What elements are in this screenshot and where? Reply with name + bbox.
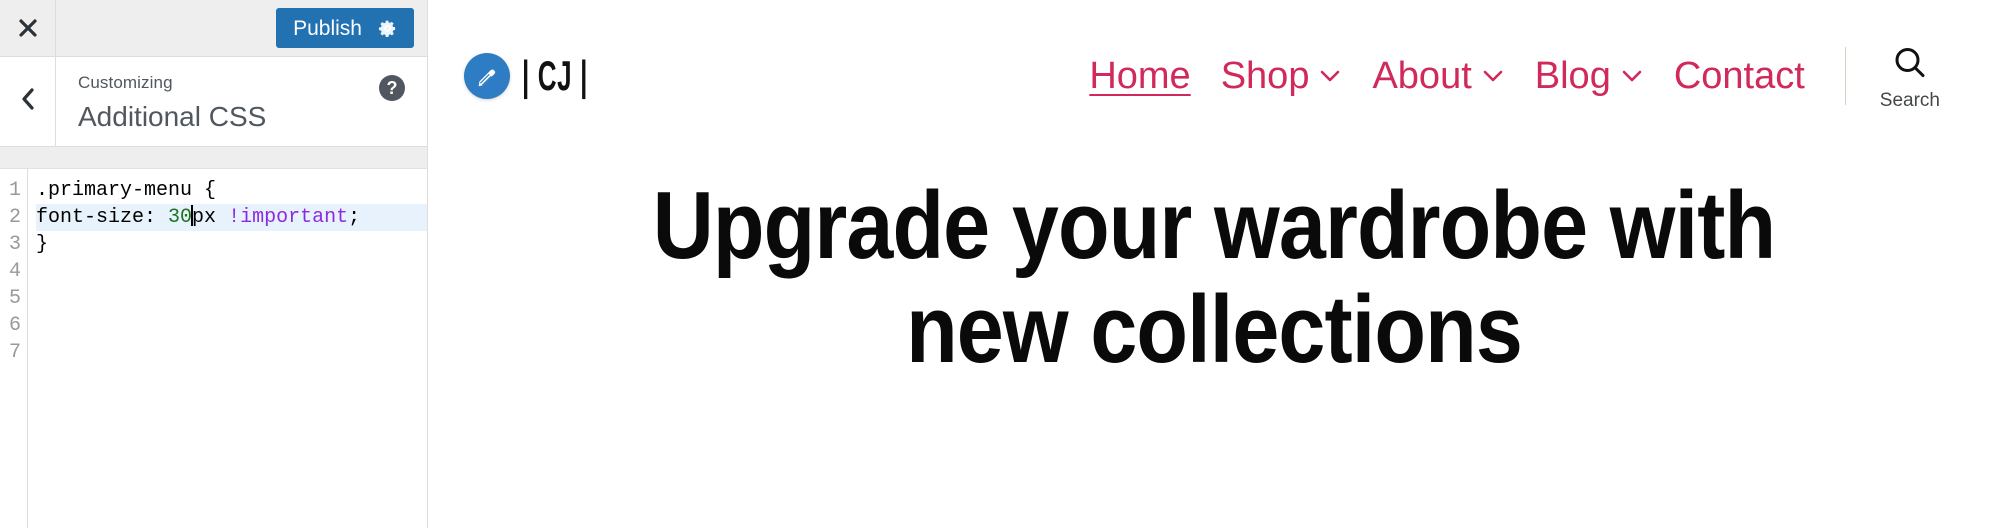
nav-link-blog[interactable]: Blog	[1535, 57, 1611, 95]
page-title: Additional CSS	[78, 100, 267, 132]
chevron-down-icon[interactable]	[1620, 68, 1644, 84]
nav-link-about[interactable]: About	[1372, 57, 1471, 95]
gear-icon[interactable]	[378, 19, 397, 38]
editor-separator-strip	[0, 147, 427, 169]
search-label: Search	[1879, 89, 1940, 111]
primary-navigation: Home Shop About Blog Contact Search	[1089, 43, 1940, 110]
pencil-edit-icon	[464, 53, 510, 99]
hero-section: Upgrade your wardrobe with new collectio…	[428, 172, 2000, 383]
css-property: font-size:	[36, 206, 169, 229]
publish-area: Publish	[276, 0, 427, 56]
primary-menu: Home Shop About Blog Contact	[1089, 57, 1804, 95]
line-number: 2	[8, 206, 21, 229]
customizing-eyebrow: Customizing	[78, 73, 173, 92]
back-button[interactable]	[0, 57, 56, 146]
chevron-left-icon	[17, 86, 39, 117]
line-number: 5	[8, 287, 21, 310]
nav-item-contact[interactable]: Contact	[1674, 57, 1805, 95]
code-line-1[interactable]: .primary-menu {	[36, 177, 427, 204]
publish-label: Publish	[293, 16, 362, 40]
code-line-5[interactable]	[36, 285, 427, 312]
line-number: 4	[8, 260, 21, 283]
customizer-screen: Publish Customizing Additional CSS ? 1 2…	[0, 0, 2000, 528]
customizer-sidebar: Publish Customizing Additional CSS ? 1 2…	[0, 0, 428, 528]
line-number: 1	[8, 179, 21, 202]
publish-button[interactable]: Publish	[276, 8, 414, 48]
line-number: 7	[8, 341, 21, 364]
nav-item-home[interactable]: Home	[1089, 57, 1190, 95]
site-preview: | CJ | Home Shop About Blog Contact Sear…	[428, 0, 2000, 528]
customizer-topbar: Publish	[0, 0, 427, 57]
close-x-icon	[16, 16, 40, 40]
customizer-panel-header: Customizing Additional CSS ?	[0, 57, 427, 147]
search-magnifier-icon[interactable]	[1890, 43, 1930, 88]
code-line-4[interactable]	[36, 258, 427, 285]
css-value-unit: px	[192, 206, 229, 229]
code-line-7[interactable]	[36, 339, 427, 366]
line-number: 3	[8, 233, 21, 256]
close-customizer-button[interactable]	[0, 0, 56, 56]
css-closing-brace: }	[36, 233, 49, 256]
hero-title: Upgrade your wardrobe with new collectio…	[652, 172, 1776, 383]
code-line-3[interactable]: }	[36, 231, 427, 258]
nav-link-home[interactable]: Home	[1089, 57, 1190, 95]
site-header: | CJ | Home Shop About Blog Contact Sear…	[428, 0, 2000, 152]
css-important-flag: !important	[228, 206, 349, 229]
search-toggle[interactable]: Search	[1880, 43, 1940, 110]
editor-code-area[interactable]: .primary-menu { font-size: 30px !importa…	[28, 169, 427, 528]
line-number: 6	[8, 314, 21, 337]
site-logo[interactable]: | CJ |	[464, 52, 629, 100]
css-semicolon: ;	[348, 206, 361, 229]
panel-title-block: Customizing Additional CSS ?	[56, 57, 427, 146]
nav-item-shop[interactable]: Shop	[1221, 57, 1343, 95]
css-editor[interactable]: 1 2 3 4 5 6 7 .primary-menu { font-size:…	[0, 169, 427, 528]
nav-item-blog[interactable]: Blog	[1535, 57, 1644, 95]
brand-name: | CJ |	[522, 52, 589, 99]
chevron-down-icon[interactable]	[1481, 68, 1505, 84]
help-icon[interactable]: ?	[379, 75, 405, 101]
code-line-6[interactable]	[36, 312, 427, 339]
nav-link-contact[interactable]: Contact	[1674, 57, 1805, 95]
chevron-down-icon[interactable]	[1318, 68, 1342, 84]
css-selector: .primary-menu {	[36, 179, 217, 202]
code-line-2[interactable]: font-size: 30px !important;	[36, 204, 427, 231]
nav-divider	[1844, 47, 1846, 105]
nav-item-about[interactable]: About	[1372, 57, 1504, 95]
css-value-number: 30	[168, 206, 193, 229]
nav-link-shop[interactable]: Shop	[1221, 57, 1310, 95]
editor-line-numbers: 1 2 3 4 5 6 7	[0, 169, 28, 528]
